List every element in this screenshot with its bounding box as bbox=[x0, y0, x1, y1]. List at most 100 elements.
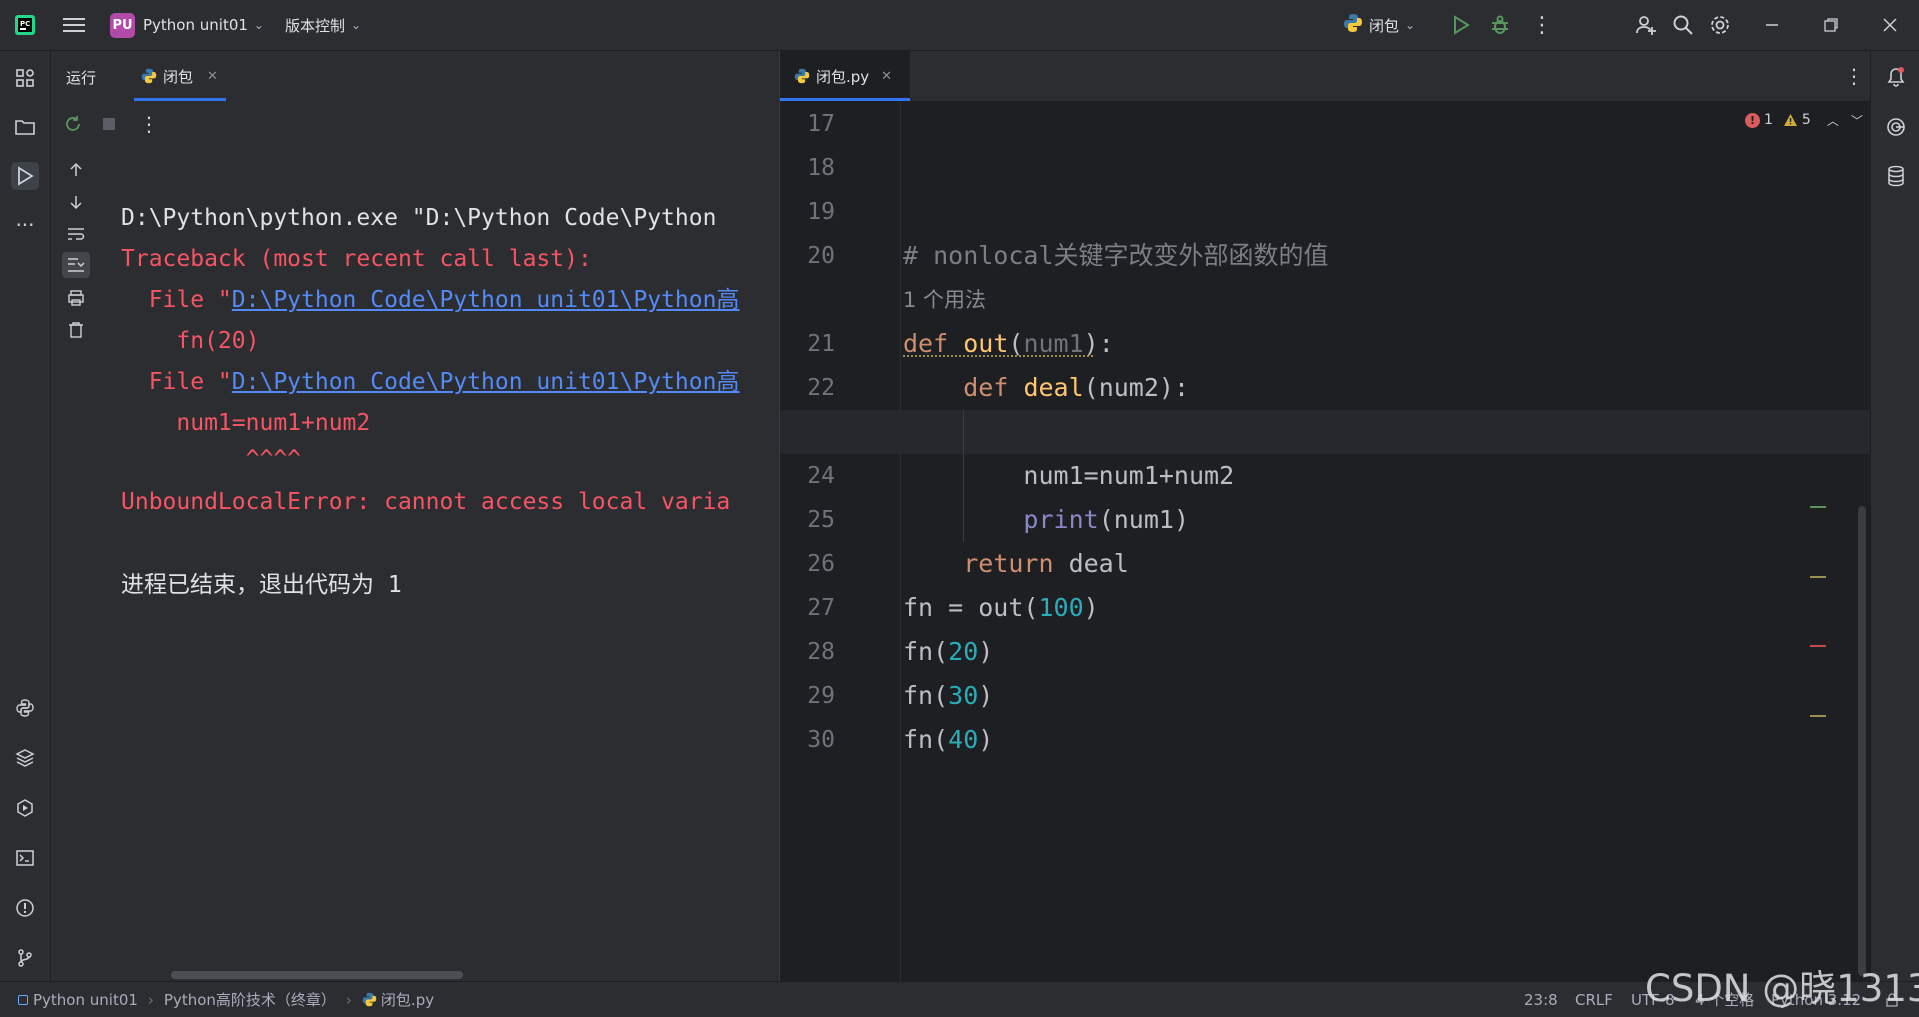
caret-position[interactable]: 23:8 bbox=[1524, 982, 1558, 1017]
code-line-def-out: def out(num1): bbox=[903, 329, 1114, 358]
chevron-down-icon: ⌄ bbox=[1405, 18, 1416, 32]
console-file-line: File "D:\Python Code\Python unit01\Pytho… bbox=[121, 369, 740, 395]
status-bar: Python unit01 › Python高阶技术（终章） › 闭包.py 2… bbox=[0, 981, 1919, 1017]
warning-squiggle bbox=[903, 353, 1093, 357]
run-icon[interactable] bbox=[1447, 0, 1475, 50]
ai-assistant-icon[interactable] bbox=[1882, 113, 1910, 141]
code-line-def-deal: def deal(num2): bbox=[963, 373, 1190, 402]
run-config-selector[interactable]: 闭包 ⌄ bbox=[1343, 0, 1415, 50]
database-icon[interactable] bbox=[1882, 162, 1910, 190]
python-icon bbox=[1343, 13, 1363, 37]
editor-tab-bar: 闭包.py ✕ ⋮ bbox=[780, 51, 1870, 102]
trash-icon[interactable] bbox=[64, 318, 88, 342]
git-branch-icon[interactable] bbox=[11, 944, 39, 972]
notifications-icon[interactable] bbox=[1882, 63, 1910, 91]
console-call-line: fn(20) bbox=[121, 328, 260, 354]
svg-text:PC: PC bbox=[20, 20, 30, 28]
code-comment: # nonlocal关键字改变外部函数的值 bbox=[903, 241, 1329, 270]
editor-tab-label: 闭包.py bbox=[816, 67, 870, 86]
run-tab[interactable]: 闭包 ✕ bbox=[131, 62, 228, 90]
marker-stripe bbox=[1810, 506, 1826, 508]
python-console-icon[interactable] bbox=[11, 694, 39, 722]
more-actions-icon[interactable]: ⋮ bbox=[139, 112, 159, 136]
folder-icon[interactable] bbox=[11, 113, 39, 141]
editor-tab[interactable]: 闭包.py ✕ bbox=[780, 51, 910, 101]
terminal-icon[interactable] bbox=[11, 844, 39, 872]
console-exit-line: 进程已结束，退出代码为 1 bbox=[121, 572, 402, 598]
code-line-fn-call: fn(20) bbox=[903, 637, 994, 666]
services-icon[interactable] bbox=[11, 794, 39, 822]
minimize-icon[interactable] bbox=[1760, 0, 1784, 50]
soft-wrap-icon[interactable] bbox=[64, 222, 88, 246]
console-output[interactable]: D:\Python\python.exe "D:\Python Code\Pyt… bbox=[101, 146, 779, 981]
python-icon bbox=[794, 68, 810, 84]
file-link[interactable]: D:\Python Code\Python unit01\Python高 bbox=[232, 287, 740, 313]
arrow-down-icon[interactable] bbox=[64, 190, 88, 214]
stop-icon[interactable] bbox=[97, 112, 121, 136]
chevron-down-icon[interactable]: ﹀ bbox=[1851, 112, 1863, 129]
chevron-right-icon: › bbox=[345, 990, 352, 1009]
add-user-icon[interactable] bbox=[1632, 0, 1660, 50]
python-icon bbox=[141, 68, 157, 84]
code-line-assign: num1=num1+num2 bbox=[1023, 461, 1235, 490]
console-side-toolbar bbox=[51, 146, 102, 981]
arrow-up-icon[interactable] bbox=[64, 158, 88, 182]
code-line-return: return deal bbox=[963, 549, 1129, 578]
watermark: CSDN @晓1313 bbox=[1645, 967, 1919, 1010]
console-statement-line: num1=num1+num2 bbox=[121, 410, 371, 436]
title-bar: PC PU Python unit01 ⌄ 版本控制 ⌄ 闭包 ⌄ ⋮ bbox=[0, 0, 1919, 51]
breadcrumb-folder[interactable]: Python高阶技术（终章） bbox=[164, 989, 336, 1010]
search-icon[interactable] bbox=[1669, 0, 1697, 50]
close-tab-icon[interactable]: ✕ bbox=[881, 69, 892, 84]
more-actions-icon[interactable]: ⋮ bbox=[1530, 0, 1554, 50]
warning-stripe bbox=[1810, 576, 1826, 578]
line-separator[interactable]: CRLF bbox=[1575, 982, 1613, 1017]
project-name: Python unit01 bbox=[143, 16, 248, 34]
horizontal-scrollbar[interactable] bbox=[171, 971, 463, 979]
active-tab-indicator bbox=[780, 98, 910, 101]
print-icon[interactable] bbox=[64, 286, 88, 310]
layers-icon[interactable] bbox=[11, 744, 39, 772]
project-selector[interactable]: PU Python unit01 ⌄ bbox=[110, 0, 264, 50]
debug-icon[interactable] bbox=[1486, 0, 1514, 50]
console-error-line: UnboundLocalError: cannot access local v… bbox=[121, 489, 731, 515]
more-tabs-icon[interactable]: ⋮ bbox=[1844, 64, 1864, 88]
error-stripe bbox=[1810, 645, 1826, 647]
main-menu-icon[interactable] bbox=[60, 0, 88, 50]
file-link[interactable]: D:\Python Code\Python unit01\Python高 bbox=[232, 369, 740, 395]
module-icon bbox=[18, 994, 28, 1005]
python-icon bbox=[362, 992, 377, 1007]
console-command-line: D:\Python\python.exe "D:\Python Code\Pyt… bbox=[121, 205, 717, 231]
console-traceback-line: Traceback (most recent call last): bbox=[121, 246, 592, 272]
usage-hint[interactable]: 1 个用法 bbox=[903, 278, 986, 322]
run-toolbar: ⋮ bbox=[51, 101, 779, 146]
code-line-fn-assign: fn = out(100) bbox=[903, 593, 1099, 622]
more-tools-icon[interactable]: ··· bbox=[11, 211, 39, 239]
problems-icon[interactable] bbox=[11, 894, 39, 922]
breadcrumb-file[interactable]: 闭包.py bbox=[381, 989, 434, 1010]
code-line-print: print(num1) bbox=[1023, 505, 1189, 534]
rerun-icon[interactable] bbox=[61, 112, 85, 136]
run-tool-window: 运行 闭包 ✕ ⋮ D:\Python\python.exe "D:\Pytho… bbox=[51, 51, 779, 981]
code-line-fn-call: fn(40) bbox=[903, 725, 994, 754]
chevron-right-icon: › bbox=[147, 990, 154, 1009]
pycharm-logo-icon[interactable]: PC bbox=[12, 0, 38, 50]
breadcrumb-project[interactable]: Python unit01 bbox=[33, 991, 138, 1009]
right-tool-strip bbox=[1870, 51, 1919, 981]
run-config-name: 闭包 bbox=[1369, 16, 1400, 35]
code-editor: 闭包.py ✕ ⋮ ! 1 5 ︿ ﹀ 17 18 19 20 21 22 23… bbox=[779, 51, 1870, 981]
close-tab-icon[interactable]: ✕ bbox=[207, 69, 218, 84]
scroll-to-end-icon[interactable] bbox=[62, 252, 90, 278]
vcs-menu[interactable]: 版本控制 ⌄ bbox=[285, 0, 361, 50]
close-icon[interactable] bbox=[1878, 0, 1902, 50]
gear-icon[interactable] bbox=[1706, 0, 1734, 50]
code-area[interactable]: # nonlocal关键字改变外部函数的值 1 个用法 def out(num1… bbox=[780, 102, 1850, 981]
project-badge: PU bbox=[110, 12, 135, 38]
restore-icon[interactable] bbox=[1819, 0, 1843, 50]
run-tool-icon[interactable] bbox=[11, 162, 39, 190]
chevron-down-icon: ⌄ bbox=[253, 18, 264, 32]
vertical-scrollbar[interactable] bbox=[1858, 506, 1866, 976]
structure-icon[interactable] bbox=[11, 64, 39, 92]
run-panel-header: 运行 闭包 ✕ bbox=[51, 51, 779, 101]
warning-stripe bbox=[1810, 715, 1826, 717]
